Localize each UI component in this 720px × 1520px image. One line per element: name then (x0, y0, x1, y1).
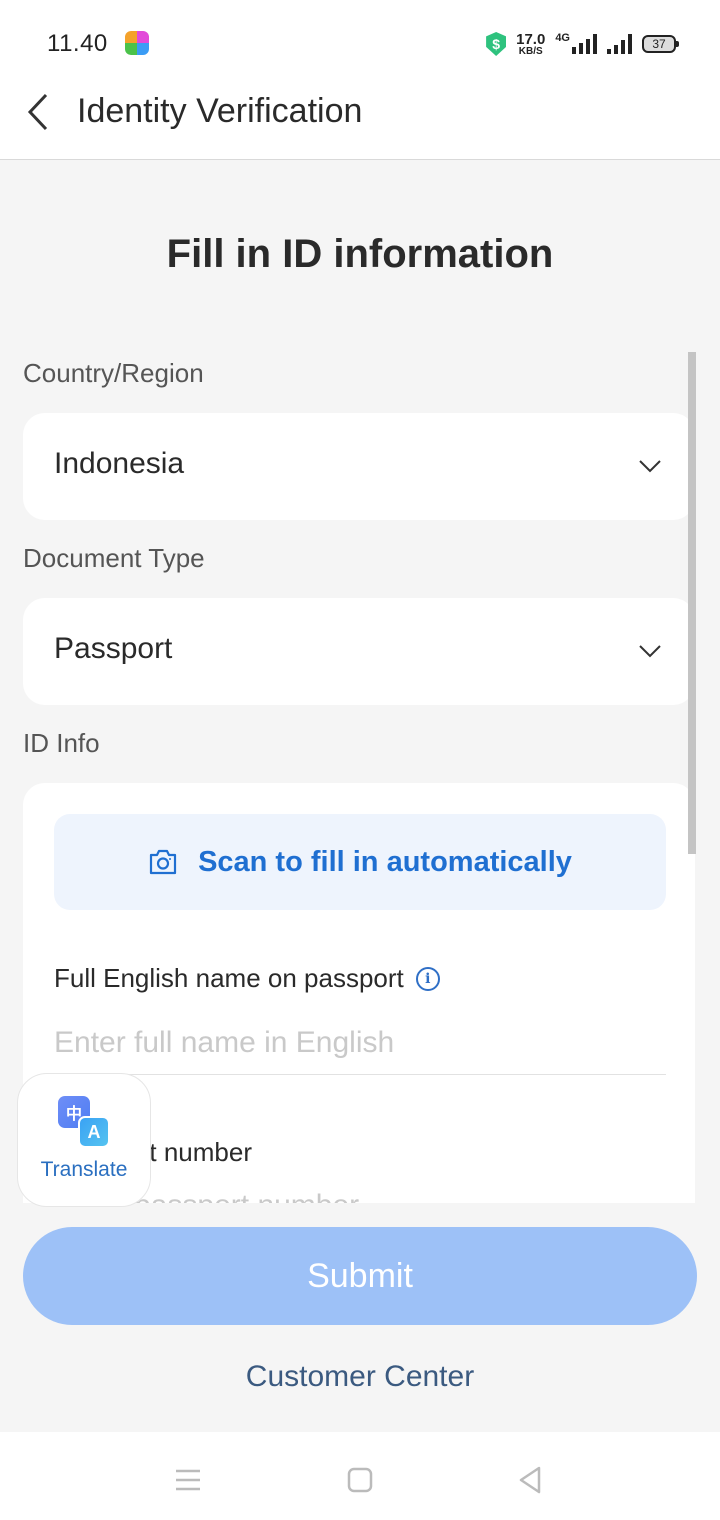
back-triangle-icon (519, 1466, 541, 1494)
chevron-down-icon (639, 645, 661, 658)
translate-en-glyph: A (78, 1116, 110, 1148)
info-icon[interactable]: i (415, 966, 440, 991)
network-type: 4G (555, 32, 570, 44)
customer-center-link[interactable]: Customer Center (0, 1360, 720, 1394)
header-title: Identity Verification (77, 92, 363, 130)
scan-autofill-label: Scan to fill in automatically (198, 845, 572, 878)
app-notification-icon (125, 31, 149, 55)
system-nav-bar (0, 1432, 720, 1520)
network-speed-unit: KB/S (518, 45, 543, 57)
network-speed-value: 17.0 (516, 30, 546, 48)
chevron-down-icon (639, 460, 661, 473)
translate-button[interactable]: 中 A Translate (17, 1073, 151, 1207)
signal-4g-icon (572, 34, 597, 54)
full-name-label: Full English name on passport (54, 963, 404, 993)
security-shield-icon: $ (486, 32, 507, 56)
document-type-label: Document Type (23, 543, 205, 573)
document-type-select[interactable]: Passport (23, 598, 695, 705)
chevron-left-icon (27, 93, 48, 131)
camera-icon (149, 849, 177, 875)
translate-icon: 中 A (58, 1096, 110, 1148)
battery-icon: 37 (642, 35, 679, 53)
full-name-label-row: Full English name on passport i (54, 963, 440, 994)
system-back-button[interactable] (510, 1460, 550, 1500)
status-bar: 11.40 $ 17.0 KB/S 4G 37 (0, 0, 720, 80)
id-info-label: ID Info (23, 728, 100, 758)
status-indicators: $ 17.0 KB/S 4G 37 (486, 30, 679, 58)
network-speed: 17.0 KB/S (516, 32, 545, 57)
page-heading: Fill in ID information (166, 232, 554, 276)
scrollbar[interactable] (688, 352, 696, 854)
full-name-input[interactable] (54, 1011, 666, 1075)
document-type-value: Passport (54, 632, 173, 665)
scan-autofill-button[interactable]: Scan to fill in automatically (54, 814, 666, 910)
menu-icon (176, 1469, 200, 1491)
status-time: 11.40 (47, 30, 108, 57)
back-button[interactable] (22, 92, 58, 132)
home-button[interactable] (340, 1460, 380, 1500)
signal-icon (607, 34, 632, 54)
translate-label: Translate (40, 1158, 128, 1181)
submit-button[interactable]: Submit (23, 1227, 697, 1325)
app-header: Identity Verification (0, 80, 720, 160)
recent-apps-button[interactable] (168, 1460, 208, 1500)
home-square-icon (347, 1467, 373, 1493)
country-value: Indonesia (54, 447, 185, 480)
country-label: Country/Region (23, 358, 204, 388)
country-select[interactable]: Indonesia (23, 413, 695, 520)
